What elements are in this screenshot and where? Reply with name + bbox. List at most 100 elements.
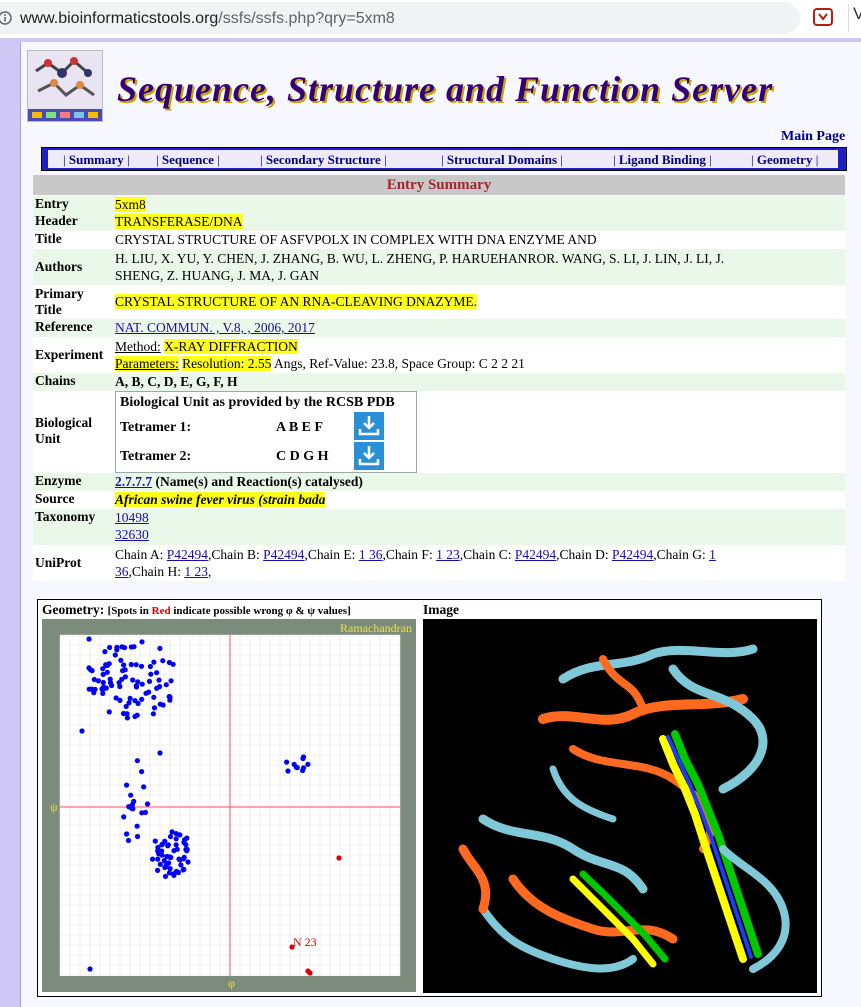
taxonomy-link-2[interactable]: 32630 (115, 527, 149, 542)
ramachandran-spot (167, 834, 174, 840)
ramachandran-spot (166, 854, 172, 860)
ramachandran-outlier-spot (307, 970, 313, 976)
taxonomy-link-1[interactable]: 10498 (115, 510, 149, 525)
site-title: Sequence, Structure and Function Server (117, 69, 774, 109)
ramachandran-spot (130, 677, 136, 683)
tetramer-1-download-button[interactable] (354, 412, 384, 440)
phi-axis-label: φ (228, 976, 235, 990)
tab-sequence[interactable]: | Sequence | (156, 152, 220, 168)
ramachandran-spot (125, 837, 132, 844)
source-value: African swine fever virus (strain bada (115, 492, 326, 507)
uniprot-link[interactable]: 1 23 (436, 547, 460, 562)
uniprot-link[interactable]: P42494 (167, 547, 208, 562)
ramachandran-spot (133, 662, 139, 668)
header-label: Header (35, 213, 78, 228)
protein-dna-structure-image (423, 619, 817, 993)
reference-label: Reference (35, 319, 93, 334)
ramachandran-spot (143, 690, 149, 696)
ramachandran-spot (127, 695, 133, 701)
extension-icon[interactable] (812, 6, 834, 28)
entry-row: Entry 5xm8 (33, 196, 845, 213)
uniprot-link[interactable]: P42494 (612, 547, 653, 562)
biological-unit-row: Biological Unit Biological Unit as provid… (33, 391, 845, 473)
uniprot-row: UniProt Chain A: P42494,Chain B: P42494,… (33, 545, 845, 581)
ramachandran-spot (107, 680, 114, 686)
molecule-logo-icon (28, 51, 102, 121)
uniprot-link[interactable]: 1 (709, 547, 716, 562)
uniprot-link[interactable]: P42494 (515, 547, 556, 562)
ramachandran-spot (117, 683, 123, 690)
ramachandran-spot (134, 712, 140, 718)
enzyme-label: Enzyme (35, 473, 82, 488)
ramachandran-spot (151, 705, 158, 711)
ramachandran-spot (134, 833, 141, 840)
ramachandran-spot (284, 759, 290, 765)
authors-row: Authors H. LIU, X. YU, Y. CHEN, J. ZHANG… (33, 249, 845, 285)
ramachandran-spot (156, 677, 162, 683)
main-page-link[interactable]: Main Page (781, 129, 845, 145)
tab-summary[interactable]: | Summary | (63, 152, 130, 168)
page-background: Sequence, Structure and Function Server … (0, 38, 861, 1007)
tab-ligand-binding[interactable]: | Ligand Binding | (613, 152, 712, 168)
tab-secondary-structure[interactable]: | Secondary Structure | (260, 152, 387, 168)
uniprot-link[interactable]: 1 23 (184, 564, 208, 579)
ramachandran-spot (118, 657, 124, 663)
plot-title: Ramachandran (340, 621, 412, 635)
ramachandran-spot (163, 863, 169, 870)
extension-menu-icon[interactable]: V (848, 4, 861, 32)
ramachandran-spot (86, 686, 92, 692)
uniprot-link[interactable]: P42494 (263, 547, 304, 562)
site-info-icon[interactable] (0, 11, 12, 25)
ramachandran-spot (112, 652, 118, 658)
header-row: Header TRANSFERASE/DNA (33, 213, 845, 231)
ramachandran-spot (155, 856, 161, 862)
ramachandran-spot (106, 709, 112, 715)
ramachandran-spot (132, 698, 138, 704)
url-text[interactable]: www.bioinformaticstools.org/ssfs/ssfs.ph… (20, 10, 395, 28)
url-path: /ssfs/ssfs.php?qry=5xm8 (218, 10, 395, 27)
uniprot-link[interactable]: 36 (115, 564, 129, 579)
download-icon (358, 416, 380, 436)
ramachandran-spot (150, 711, 156, 717)
biological-unit-heading: Biological Unit as provided by the RCSB … (120, 395, 395, 410)
ramachandran-spot (177, 857, 183, 863)
browser-url-bar: www.bioinformaticstools.org/ssfs/ssfs.ph… (0, 0, 861, 38)
structure-image[interactable] (423, 619, 817, 993)
experiment-row: Experiment Method: X-RAY DIFFRACTION Par… (33, 337, 845, 373)
ramachandran-spot (185, 859, 191, 865)
uniprot-link[interactable]: 1 36 (359, 547, 383, 562)
geometry-title: Geometry: [Spots in Red indicate possibl… (42, 602, 351, 617)
ramachandran-spot (171, 871, 177, 877)
ramachandran-spot (139, 769, 145, 775)
site-logo[interactable] (27, 50, 103, 122)
tab-geometry[interactable]: | Geometry | (751, 152, 818, 168)
ramachandran-spot (173, 836, 179, 842)
ramachandran-spot (154, 670, 160, 676)
ramachandran-spot (184, 846, 190, 852)
ramachandran-plot[interactable]: Ramachandran ψ φ N 23 (42, 619, 416, 992)
ramachandran-spot (151, 659, 157, 665)
tab-structural-domains-label: Structural Domains (446, 152, 557, 167)
ramachandran-spot (126, 700, 132, 706)
enzyme-ec-link[interactable]: 2.7.7.7 (115, 474, 152, 489)
ramachandran-spot (144, 801, 151, 807)
ramachandran-spot (114, 644, 120, 650)
authors-label: Authors (35, 259, 83, 274)
ramachandran-spot (163, 682, 169, 688)
tetramer-2-download-button[interactable] (354, 442, 384, 470)
reference-link[interactable]: NAT. COMMUN. , V.8, , 2006, 2017 (115, 320, 315, 335)
ramachandran-spot (91, 676, 97, 683)
ramachandran-spot (100, 671, 106, 677)
address-bar[interactable]: www.bioinformaticstools.org/ssfs/ssfs.ph… (0, 2, 800, 34)
ramachandran-spot (165, 842, 171, 848)
tetramer-2-chains: C D G H (276, 449, 329, 464)
ramachandran-spot (86, 636, 92, 642)
tab-structural-domains[interactable]: | Structural Domains | (441, 152, 563, 168)
authors-line-1: H. LIU, X. YU, Y. CHEN, J. ZHANG, B. WU,… (115, 251, 725, 266)
entry-value: 5xm8 (115, 197, 146, 212)
ramachandran-spot (147, 663, 153, 670)
ramachandran-spot (146, 678, 153, 684)
tab-summary-label: Summary (68, 152, 124, 167)
chains-row: Chains A, B, C, D, E, G, F, H (33, 373, 845, 391)
page-content: Sequence, Structure and Function Server … (20, 42, 861, 1007)
